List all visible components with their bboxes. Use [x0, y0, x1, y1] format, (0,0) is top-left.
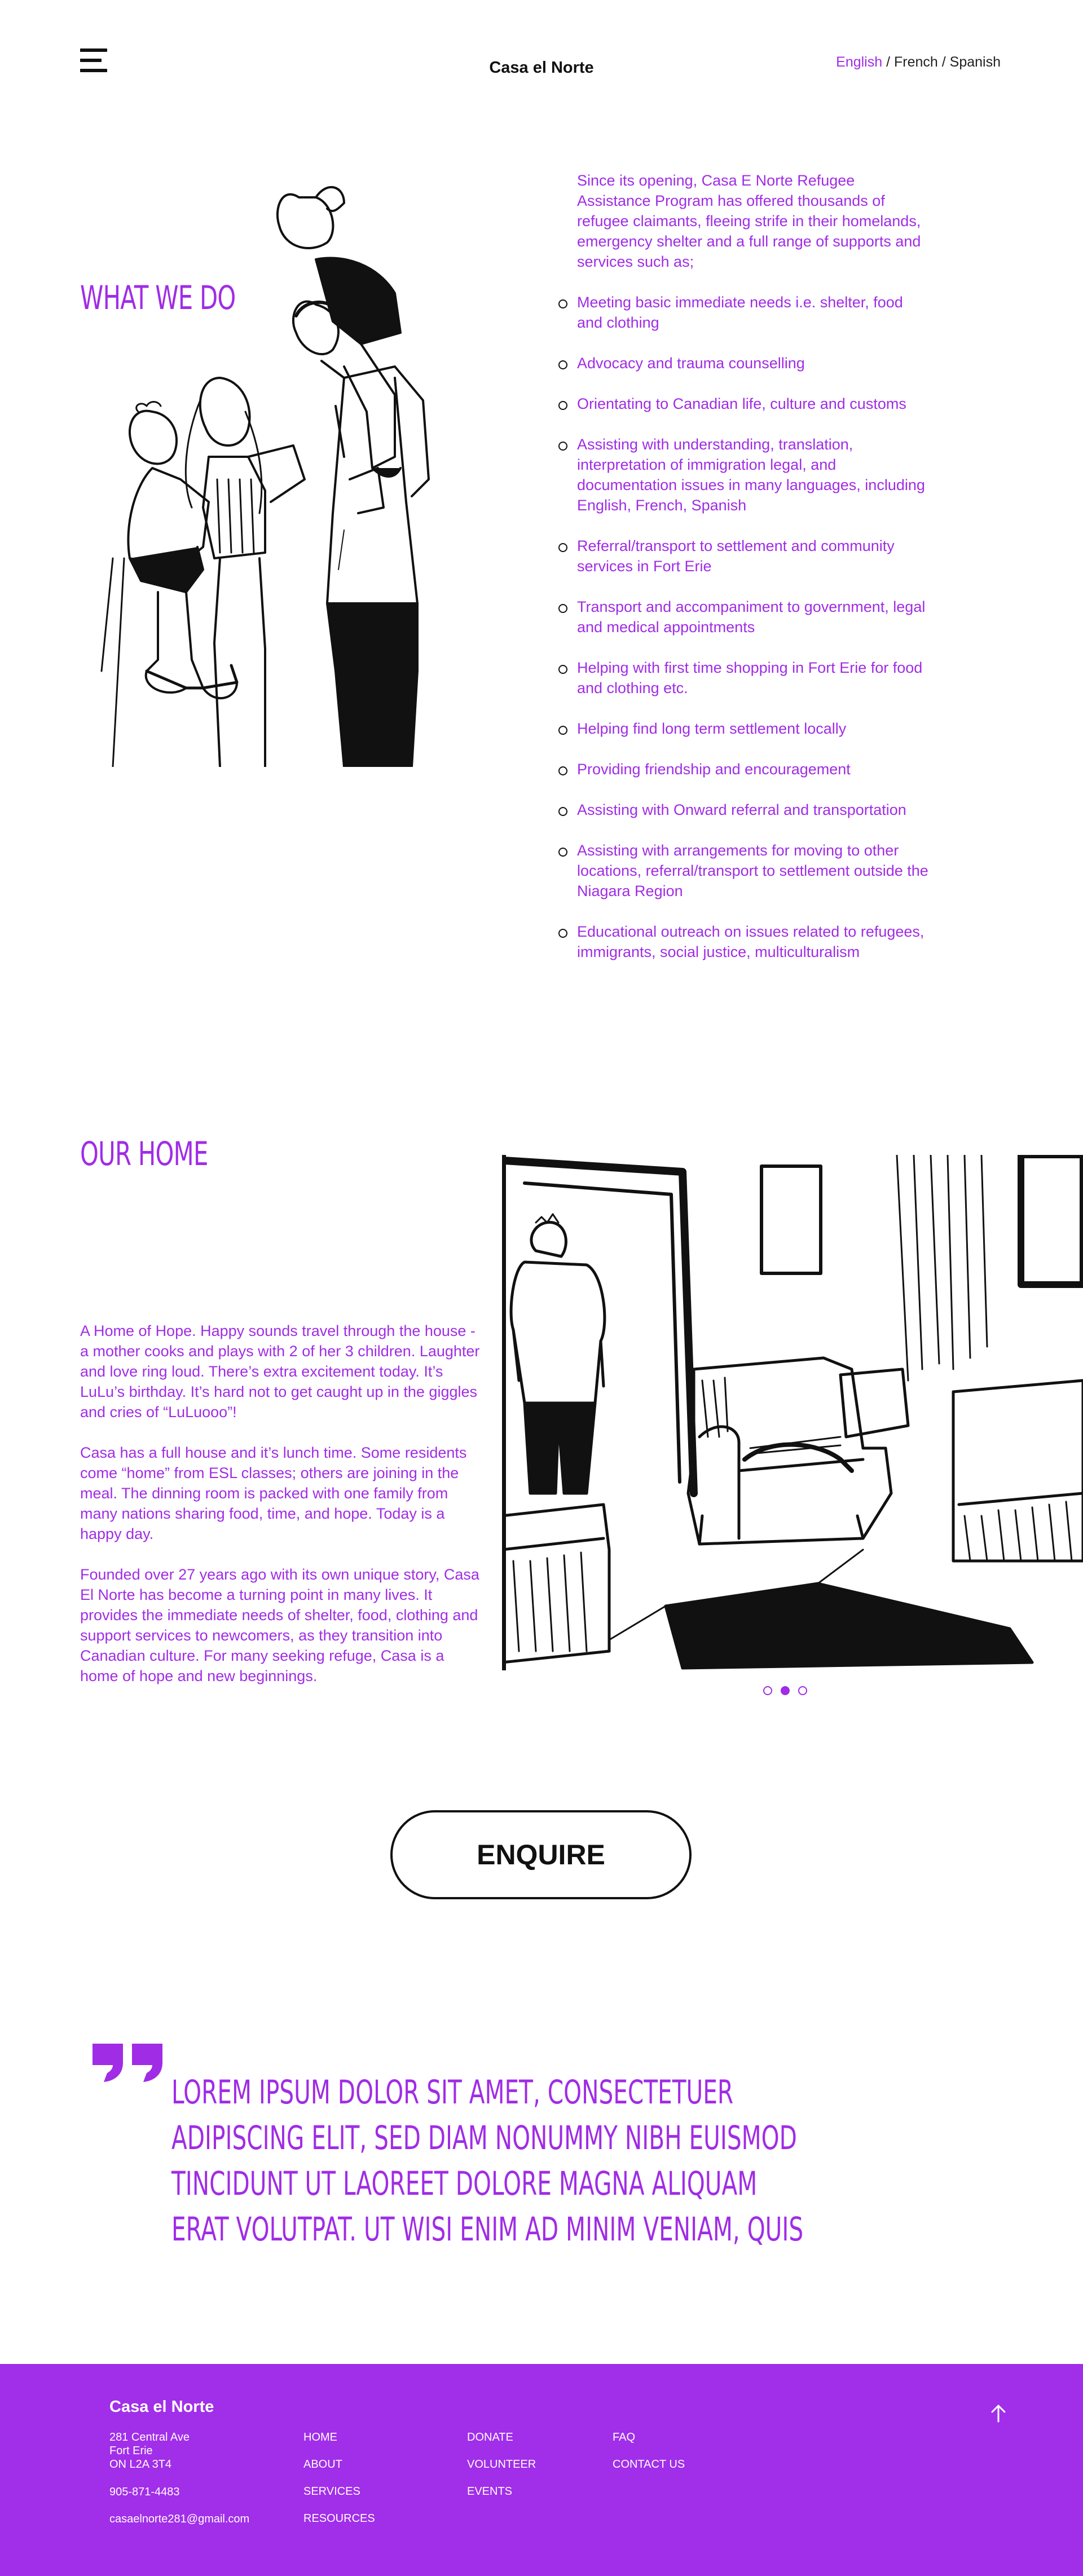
footer-link-home[interactable]: HOME	[303, 2431, 375, 2444]
list-item: Assisting with Onward referral and trans…	[558, 800, 931, 820]
family-illustration	[100, 186, 430, 767]
list-item: Helping find long term settlement locall…	[558, 718, 931, 739]
list-item: Providing friendship and encouragement	[558, 759, 931, 779]
hamburger-menu-icon[interactable]	[80, 48, 107, 73]
our-home-paragraph: Founded over 27 years ago with its own u…	[80, 1566, 479, 1684]
list-item: Assisting with arrangements for moving t…	[558, 840, 931, 901]
footer-title: Casa el Norte	[109, 2398, 214, 2416]
footer-address-line: 281 Central Ave	[109, 2431, 190, 2443]
living-room-illustration[interactable]	[502, 1155, 1083, 1670]
footer-nav-col1: HOME ABOUT SERVICES RESOURCES	[303, 2431, 375, 2539]
footer-link-services[interactable]: SERVICES	[303, 2485, 375, 2498]
what-we-do-intro: Since its opening, Casa E Norte Refugee …	[577, 172, 921, 270]
footer-address: 281 Central Ave Fort Erie ON L2A 3T4	[109, 2431, 190, 2471]
footer-address-line: ON L2A 3T4	[109, 2458, 172, 2471]
footer-link-faq[interactable]: FAQ	[613, 2431, 685, 2444]
arrow-up-icon[interactable]	[987, 2402, 1010, 2425]
our-home-text: A Home of Hope. Happy sounds travel thro…	[80, 1321, 486, 1706]
our-home-heading: OUR HOME	[80, 1135, 208, 1173]
carousel-dot[interactable]	[763, 1686, 772, 1695]
site-title[interactable]: Casa el Norte	[429, 59, 654, 77]
language-french-link[interactable]: French	[894, 54, 938, 70]
footer-nav-col3: FAQ CONTACT US	[613, 2431, 685, 2485]
footer-link-contact[interactable]: CONTACT US	[613, 2458, 685, 2471]
carousel-dot[interactable]	[798, 1686, 807, 1695]
enquire-button[interactable]: ENQUIRE	[390, 1810, 692, 1899]
list-item: Referral/transport to settlement and com…	[558, 536, 931, 576]
footer-link-about[interactable]: ABOUT	[303, 2458, 375, 2471]
footer-nav-col2: DONATE VOLUNTEER EVENTS	[467, 2431, 536, 2512]
list-item: Orientating to Canadian life, culture an…	[558, 394, 931, 414]
list-item: Helping with first time shopping in Fort…	[558, 658, 931, 698]
carousel-dot-active[interactable]	[781, 1686, 790, 1695]
footer-email[interactable]: casaelnorte281@gmail.com	[109, 2513, 249, 2526]
footer-address-line: Fort Erie	[109, 2445, 153, 2457]
footer-link-volunteer[interactable]: VOLUNTEER	[467, 2458, 536, 2471]
list-item: Assisting with understanding, translatio…	[558, 434, 931, 515]
carousel-dots	[763, 1686, 807, 1695]
footer: Casa el Norte 281 Central Ave Fort Erie …	[0, 2364, 1083, 2576]
language-switcher: English / French / Spanish	[836, 54, 1001, 70]
footer-phone[interactable]: 905-871-4483	[109, 2486, 180, 2499]
list-item: Meeting basic immediate needs i.e. shelt…	[558, 292, 931, 333]
language-spanish-link[interactable]: Spanish	[950, 54, 1001, 70]
quotation-mark-icon	[93, 2044, 162, 2082]
language-english-link[interactable]: English	[836, 54, 882, 70]
our-home-paragraph: Casa has a full house and it’s lunch tim…	[80, 1444, 467, 1542]
language-separator: /	[937, 54, 950, 70]
list-item: Transport and accompaniment to governmen…	[558, 597, 931, 637]
list-item: Educational outreach on issues related t…	[558, 921, 931, 962]
footer-link-donate[interactable]: DONATE	[467, 2431, 536, 2444]
footer-link-events[interactable]: EVENTS	[467, 2485, 536, 2498]
our-home-paragraph: A Home of Hope. Happy sounds travel thro…	[80, 1322, 480, 1421]
services-list: Meeting basic immediate needs i.e. shelt…	[558, 292, 931, 982]
footer-link-resources[interactable]: RESOURCES	[303, 2512, 375, 2525]
list-item: Advocacy and trauma counselling	[558, 353, 931, 373]
language-separator: /	[882, 54, 894, 70]
quote-text: LOREM IPSUM DOLOR SIT AMET, CONSECTETUER…	[171, 2073, 804, 2248]
